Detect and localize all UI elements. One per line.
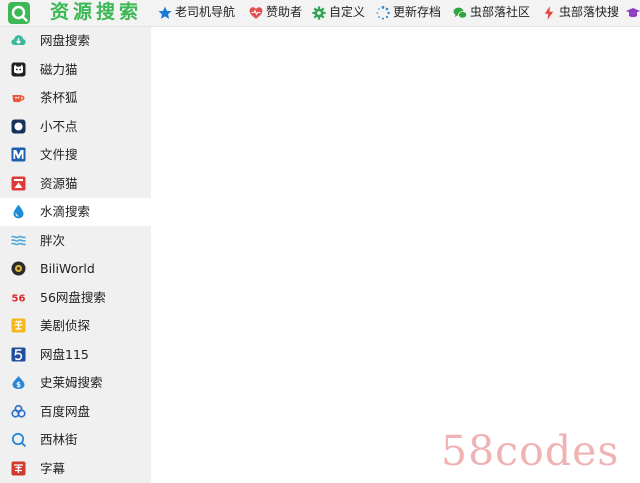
- sidebar-item-subtitles[interactable]: 字幕: [0, 455, 151, 483]
- file-search-icon: [11, 147, 26, 162]
- chat-icon: [453, 7, 467, 19]
- sidebar-item-label: 磁力猫: [40, 61, 78, 77]
- sidebar-item-xilinjie[interactable]: 西林街: [0, 426, 151, 454]
- sidebar-item-us-drama-detective[interactable]: 美剧侦探: [0, 312, 151, 340]
- sidebar-item-label: 茶杯狐: [40, 90, 78, 105]
- water-drop-icon: [13, 204, 24, 219]
- svg-text:$: $: [16, 381, 21, 389]
- heart-icon: [249, 7, 263, 19]
- svg-text:56: 56: [12, 293, 26, 304]
- sidebar-item-netdisk-search[interactable]: 网盘搜索: [0, 27, 151, 55]
- sidebar-item-biliworld[interactable]: BiliWorld: [0, 255, 151, 283]
- loading-icon: [376, 6, 390, 20]
- sidebar-item-file-search[interactable]: 文件搜: [0, 141, 151, 169]
- logo-icon[interactable]: [8, 2, 30, 24]
- sidebar: 网盘搜索 磁力猫 茶杯狐 小不点 文件搜 资源猫 水滴搜索 胖次 BiliWor…: [0, 27, 151, 483]
- sidebar-item-label: 文件搜: [40, 147, 78, 162]
- sidebar-item-netdisk-115[interactable]: 网盘115: [0, 341, 151, 369]
- bili-icon: [11, 261, 26, 276]
- sidebar-item-56-search[interactable]: 56 56网盘搜索: [0, 284, 151, 312]
- star-icon: [158, 6, 172, 19]
- baidu-pan-icon: [11, 404, 26, 418]
- sidebar-item-label: 胖次: [40, 232, 66, 248]
- sidebar-item-label: 56网盘搜索: [40, 289, 106, 305]
- watermark: 58codes: [441, 427, 620, 475]
- nav-item-label: 老司机导航: [175, 5, 236, 19]
- dot-square-icon: [11, 119, 26, 133]
- sidebar-item-label: 水滴搜索: [40, 204, 91, 219]
- teacup-fox-icon: [12, 95, 25, 103]
- sidebar-item-label: 网盘搜索: [40, 33, 91, 48]
- nav-item-label: 虫部落快搜: [559, 5, 620, 19]
- sidebar-item-label: BiliWorld: [40, 261, 95, 276]
- sidebar-item-label: 字幕: [40, 460, 66, 476]
- 115-icon: [11, 347, 26, 361]
- sidebar-item-slime-search[interactable]: $ 史莱姆搜索: [0, 369, 151, 397]
- sidebar-item-baidu-pan[interactable]: 百度网盘: [0, 398, 151, 426]
- cloud-icon: [11, 35, 26, 45]
- nav-item-label: 自定义: [329, 5, 366, 19]
- sidebar-item-label: 资源猫: [40, 175, 78, 191]
- lightning-icon: [544, 6, 554, 20]
- sidebar-item-pangci[interactable]: 胖次: [0, 227, 151, 255]
- resource-cat-icon: [11, 176, 26, 190]
- sidebar-item-xiaobudian[interactable]: 小不点: [0, 113, 151, 141]
- nav-item-label: 赞助者: [266, 5, 303, 19]
- 56-logo-icon: 56: [12, 293, 26, 304]
- sidebar-item-label: 小不点: [40, 118, 78, 134]
- top-bar: 资源搜索 老司机导航 赞助者 自定义 更新存档 虫部落社区 虫部落快搜: [0, 0, 640, 27]
- sidebar-item-label: 百度网盘: [40, 403, 91, 419]
- nav-item-label: 更新存档: [393, 5, 442, 19]
- content-area: [151, 27, 640, 483]
- gear-icon: [312, 6, 326, 20]
- search-circle-icon: [11, 432, 26, 447]
- wave-icon: [11, 235, 26, 245]
- graduation-cap-icon[interactable]: [626, 6, 640, 20]
- site-title[interactable]: 资源搜索: [50, 0, 142, 26]
- mei-icon: [11, 318, 26, 333]
- sidebar-item-magnet-cat[interactable]: 磁力猫: [0, 56, 151, 84]
- sidebar-item-water-drop-search[interactable]: 水滴搜索: [0, 198, 151, 226]
- nav-item-label: 虫部落社区: [470, 5, 531, 19]
- sidebar-item-label: 西林街: [40, 432, 78, 447]
- sidebar-item-label: 网盘115: [40, 346, 89, 362]
- cat-icon: [11, 62, 26, 76]
- subtitle-icon: [11, 461, 26, 475]
- sidebar-item-label: 史莱姆搜索: [40, 375, 103, 390]
- sidebar-item-label: 美剧侦探: [40, 318, 91, 333]
- slime-icon: $: [12, 376, 25, 389]
- sidebar-item-resource-cat[interactable]: 资源猫: [0, 170, 151, 198]
- sidebar-item-teacup-fox[interactable]: 茶杯狐: [0, 84, 151, 112]
